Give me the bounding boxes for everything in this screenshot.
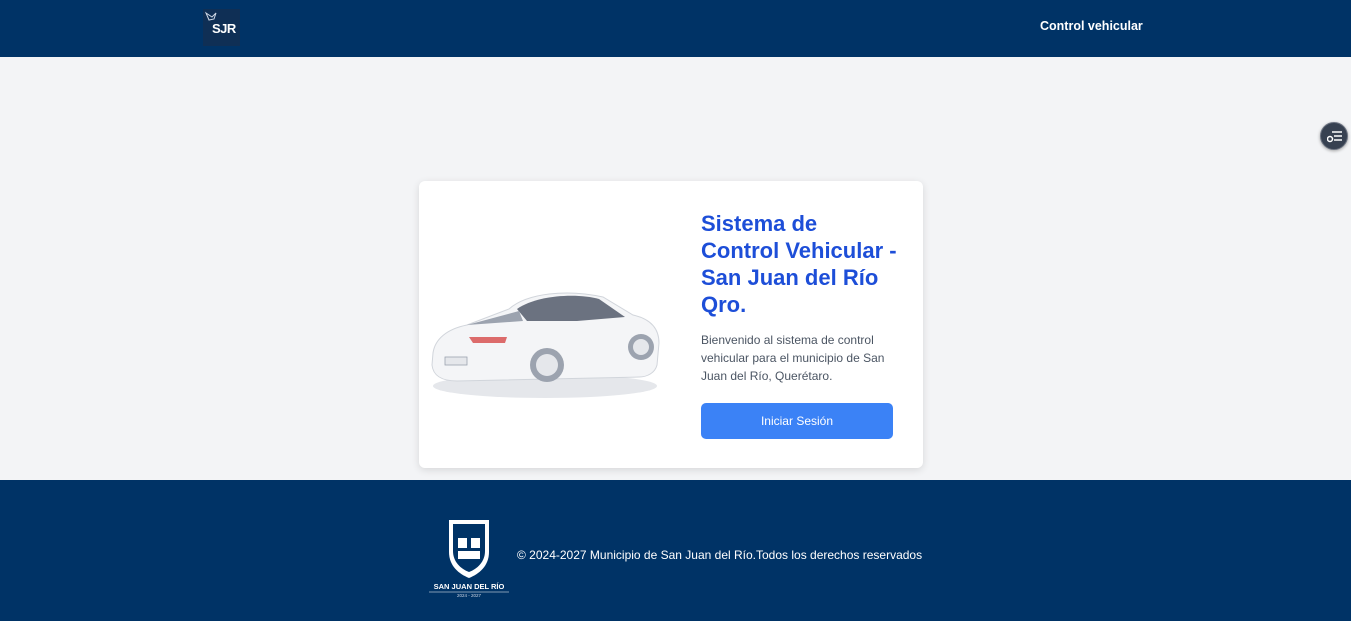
floating-tools-button[interactable] <box>1320 122 1348 150</box>
logo-text: SJR <box>212 21 236 36</box>
car-image <box>431 292 660 398</box>
filter-settings-icon <box>1327 131 1342 143</box>
login-button[interactable]: Iniciar Sesión <box>701 403 893 439</box>
footer: SAN JUAN DEL RÍO 2024 - 2027 © 2024-2027… <box>0 480 1351 621</box>
seal-name: SAN JUAN DEL RÍO <box>434 582 505 591</box>
welcome-text: Bienvenido al sistema de control vehicul… <box>701 333 885 383</box>
seal-years: 2024 - 2027 <box>457 593 482 598</box>
municipio-seal-logo: SAN JUAN DEL RÍO 2024 - 2027 <box>429 520 509 598</box>
welcome-card: Sistema de Control Vehicular - San Juan … <box>419 181 923 468</box>
navbar: SJR Control vehicular <box>0 0 1351 57</box>
sjr-logo[interactable]: SJR <box>203 9 240 46</box>
copyright-text: © 2024-2027 Municipio de San Juan del Rí… <box>517 548 923 562</box>
card-title: Sistema de Control Vehicular - San Juan … <box>701 211 897 317</box>
nav-control-vehicular[interactable]: Control vehicular <box>1040 19 1143 33</box>
